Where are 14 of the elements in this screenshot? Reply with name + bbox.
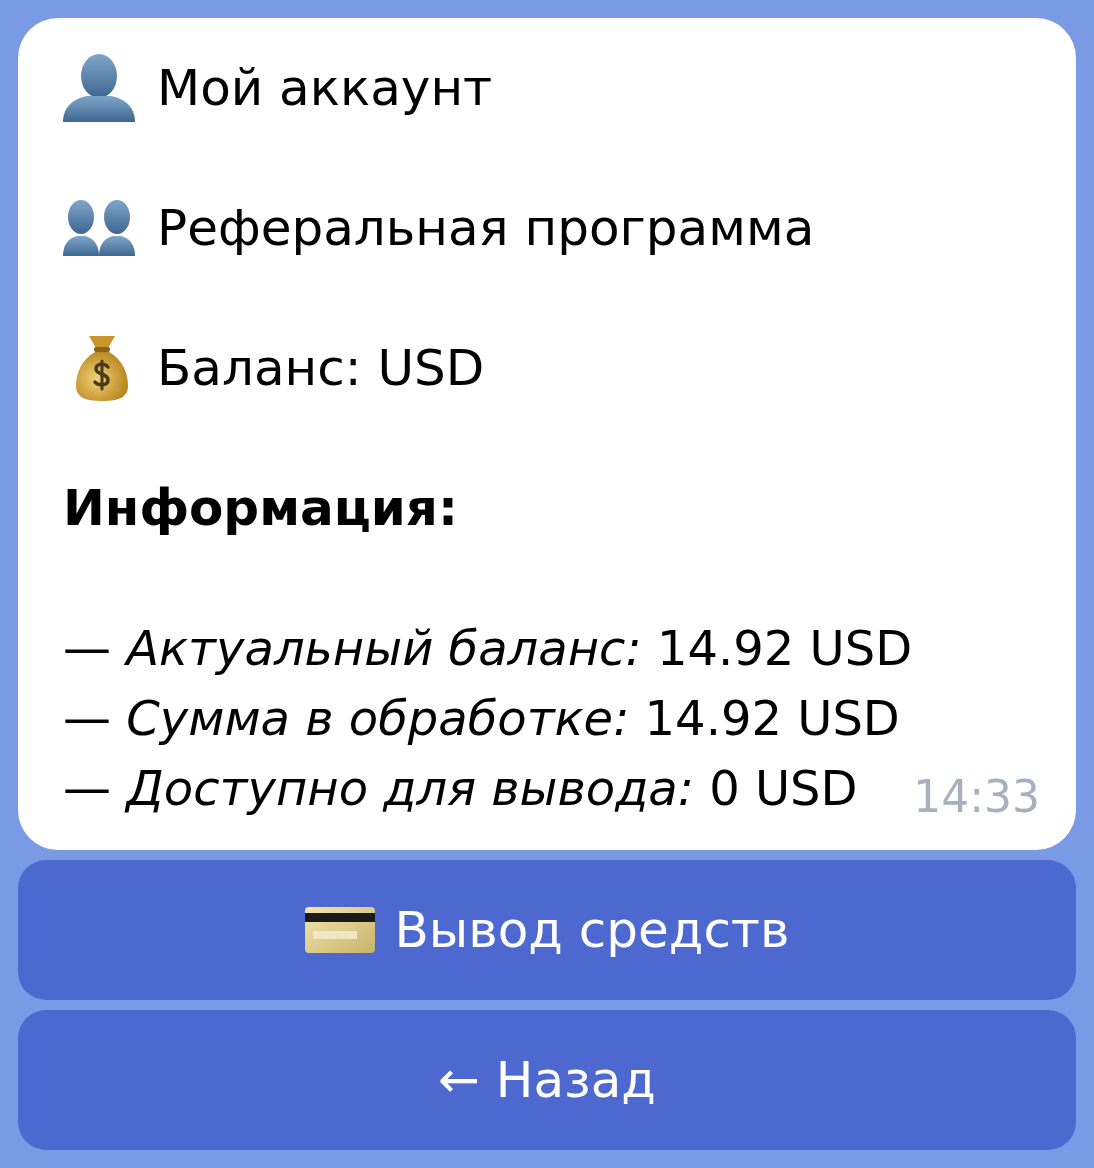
info-heading: Информация: bbox=[63, 478, 458, 539]
back-button[interactable]: ← Назад bbox=[18, 1010, 1076, 1150]
info-line: — Сумма в обработке: 14.92 USD bbox=[63, 689, 900, 748]
menu-heading-text: Мой аккаунт bbox=[157, 58, 493, 119]
menu-heading-text: Реферальная программа bbox=[157, 198, 815, 259]
balance-text: Баланс: USD bbox=[157, 338, 485, 399]
money-bag-icon bbox=[75, 334, 129, 402]
credit-card-icon bbox=[304, 907, 375, 953]
two-people-silhouette-icon bbox=[63, 200, 135, 256]
person-silhouette-icon bbox=[63, 54, 135, 122]
info-line: — Доступно для вывода: 0 USD bbox=[63, 759, 858, 818]
withdraw-button[interactable]: Вывод средств bbox=[18, 860, 1076, 1000]
message-time: 14:33 bbox=[913, 771, 1040, 823]
info-line: — Актуальный баланс: 14.92 USD bbox=[63, 619, 913, 678]
